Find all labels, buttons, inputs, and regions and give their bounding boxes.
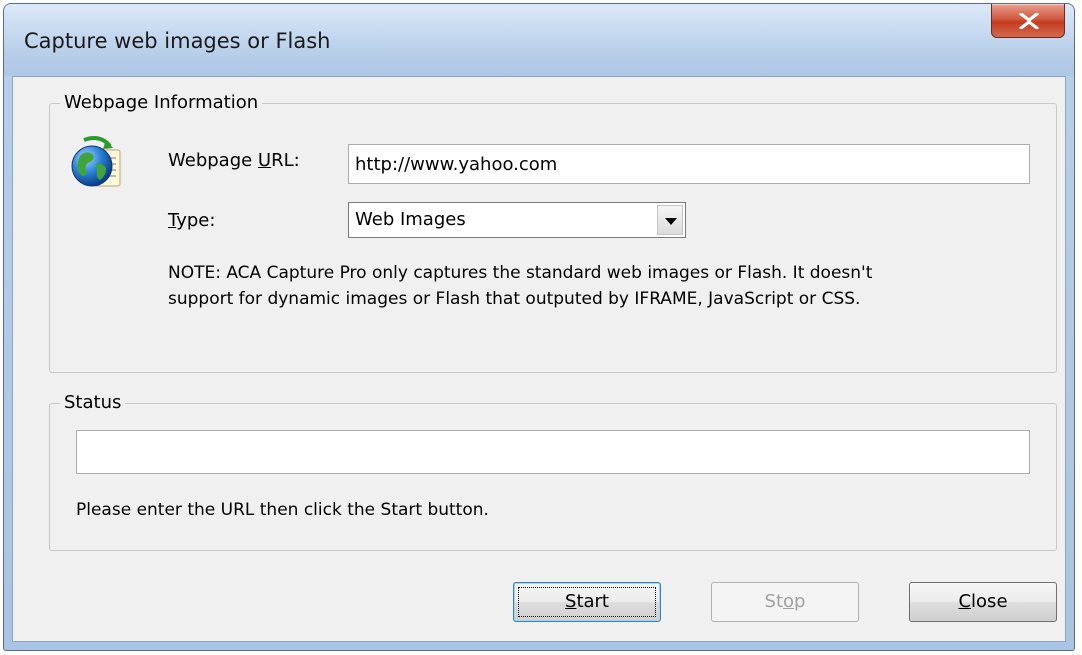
window-close-button[interactable] [991, 4, 1065, 38]
start-button-mnemonic: S [565, 591, 577, 612]
webpage-url-label-rest: RL: [271, 150, 300, 171]
stop-button-label-pre: St [764, 591, 784, 612]
status-field [76, 430, 1030, 474]
webpage-url-label: Webpage URL: [168, 150, 300, 171]
stop-button-mnemonic: o [783, 591, 795, 612]
capture-note-line-2: support for dynamic images or Flash that… [168, 289, 861, 309]
title-bar[interactable]: Capture web images or Flash [4, 4, 1074, 76]
webpage-url-label-mnemonic: U [257, 150, 272, 171]
webpage-url-input[interactable] [348, 144, 1030, 184]
webpage-information-group: Webpage Information Webpage URL: http://… [49, 91, 1057, 373]
stop-button-label-post: p [794, 591, 806, 612]
dialog-window: Capture web images or Flash Webpage Info… [3, 3, 1075, 651]
globe-page-icon [71, 136, 121, 187]
stop-button[interactable]: Stop [711, 582, 859, 622]
start-button[interactable]: Start [513, 582, 661, 622]
capture-note: NOTE: ACA Capture Pro only captures the … [168, 260, 872, 312]
status-group: Status Please enter the URL then click t… [49, 391, 1057, 551]
type-dropdown[interactable]: Web Images [348, 202, 686, 238]
close-icon [1019, 13, 1039, 29]
webpage-url-label-text: Webpage [168, 150, 258, 171]
start-button-label: tart [576, 591, 609, 612]
type-label-mnemonic: T [168, 210, 177, 231]
status-legend: Status [60, 391, 126, 415]
type-label: Type: [168, 210, 215, 231]
status-message: Please enter the URL then click the Star… [76, 500, 489, 520]
close-button[interactable]: Close [909, 582, 1057, 622]
type-dropdown-value: Web Images [355, 209, 466, 230]
chevron-down-icon[interactable] [657, 205, 683, 235]
type-label-rest: ype: [176, 210, 216, 231]
webpage-information-legend: Webpage Information [60, 91, 263, 115]
close-button-mnemonic: C [958, 591, 972, 612]
close-button-label: lose [971, 591, 1008, 612]
dialog-client-area: Webpage Information Webpage URL: http://… [12, 76, 1066, 642]
window-title: Capture web images or Flash [24, 29, 331, 53]
capture-note-line-1: NOTE: ACA Capture Pro only captures the … [168, 263, 873, 283]
